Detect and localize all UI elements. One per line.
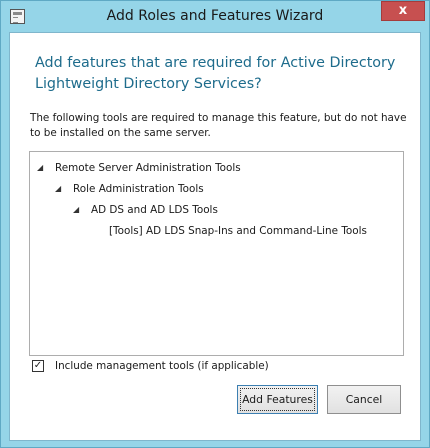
add-features-button[interactable]: Add Features	[237, 385, 318, 414]
add-features-label: Add Features	[240, 388, 315, 411]
include-tools-checkbox[interactable]: ✓	[32, 360, 44, 372]
expand-arrow-icon[interactable]: ◢	[55, 182, 61, 196]
dialog-heading: Add features that are required for Activ…	[35, 55, 396, 92]
close-button[interactable]: x	[381, 1, 425, 21]
expand-arrow-icon[interactable]: ◢	[73, 203, 79, 217]
include-tools-label[interactable]: Include management tools (if applicable)	[55, 359, 269, 373]
tree-item-ad-ds-lds-tools[interactable]: AD DS and AD LDS Tools	[91, 203, 218, 217]
dialog-body: Add features that are required for Activ…	[9, 32, 421, 441]
window-title: Add Roles and Features Wizard	[106, 8, 324, 24]
title-bar[interactable]: Add Roles and Features Wizard x	[1, 1, 429, 32]
expand-arrow-icon[interactable]: ◢	[37, 161, 43, 175]
tree-item-role-admin-tools[interactable]: Role Administration Tools	[73, 182, 204, 196]
tree-item-ad-lds-snapins[interactable]: [Tools] AD LDS Snap-Ins and Command-Line…	[109, 224, 367, 238]
feature-tree[interactable]: ◢ Remote Server Administration Tools ◢ R…	[29, 151, 404, 356]
cancel-button[interactable]: Cancel	[327, 385, 401, 414]
tree-item-remote-server-admin-tools[interactable]: Remote Server Administration Tools	[55, 161, 241, 175]
dialog-description: The following tools are required to mana…	[30, 112, 407, 139]
wizard-window: Add Roles and Features Wizard x Add feat…	[0, 0, 430, 448]
